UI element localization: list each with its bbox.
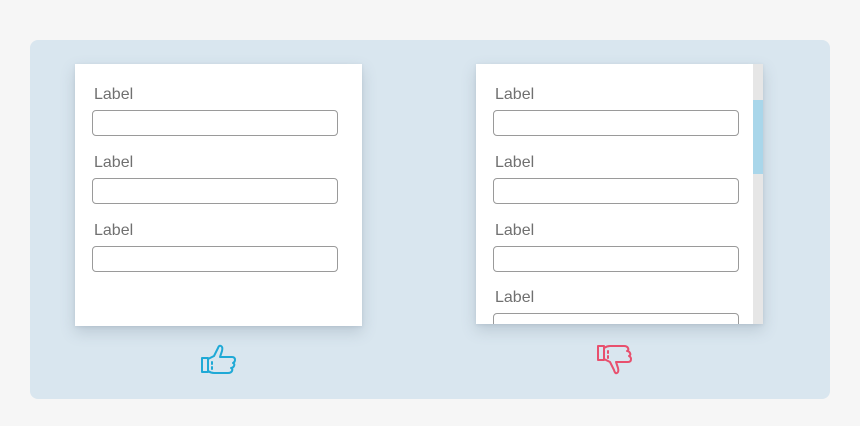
field-label: Label: [94, 154, 134, 171]
bad-example-form-card: Label Label Label Label: [476, 64, 763, 324]
field-label: Label: [495, 86, 535, 103]
thumbs-up-icon: [201, 344, 236, 374]
field-label: Label: [495, 289, 535, 306]
field-label: Label: [94, 222, 134, 239]
thumbs-down-icon: [597, 345, 632, 375]
text-input[interactable]: [493, 110, 739, 136]
good-example-form-card: Label Label Label: [75, 64, 362, 326]
text-input[interactable]: [92, 246, 338, 272]
field-label: Label: [495, 154, 535, 171]
scrollbar-thumb[interactable]: [753, 100, 763, 174]
text-input[interactable]: [493, 246, 739, 272]
field-label: Label: [94, 86, 134, 103]
text-input[interactable]: [493, 178, 739, 204]
text-input[interactable]: [92, 178, 338, 204]
text-input[interactable]: [92, 110, 338, 136]
field-label: Label: [495, 222, 535, 239]
text-input[interactable]: [493, 313, 739, 324]
scrollbar-track[interactable]: [753, 64, 763, 324]
